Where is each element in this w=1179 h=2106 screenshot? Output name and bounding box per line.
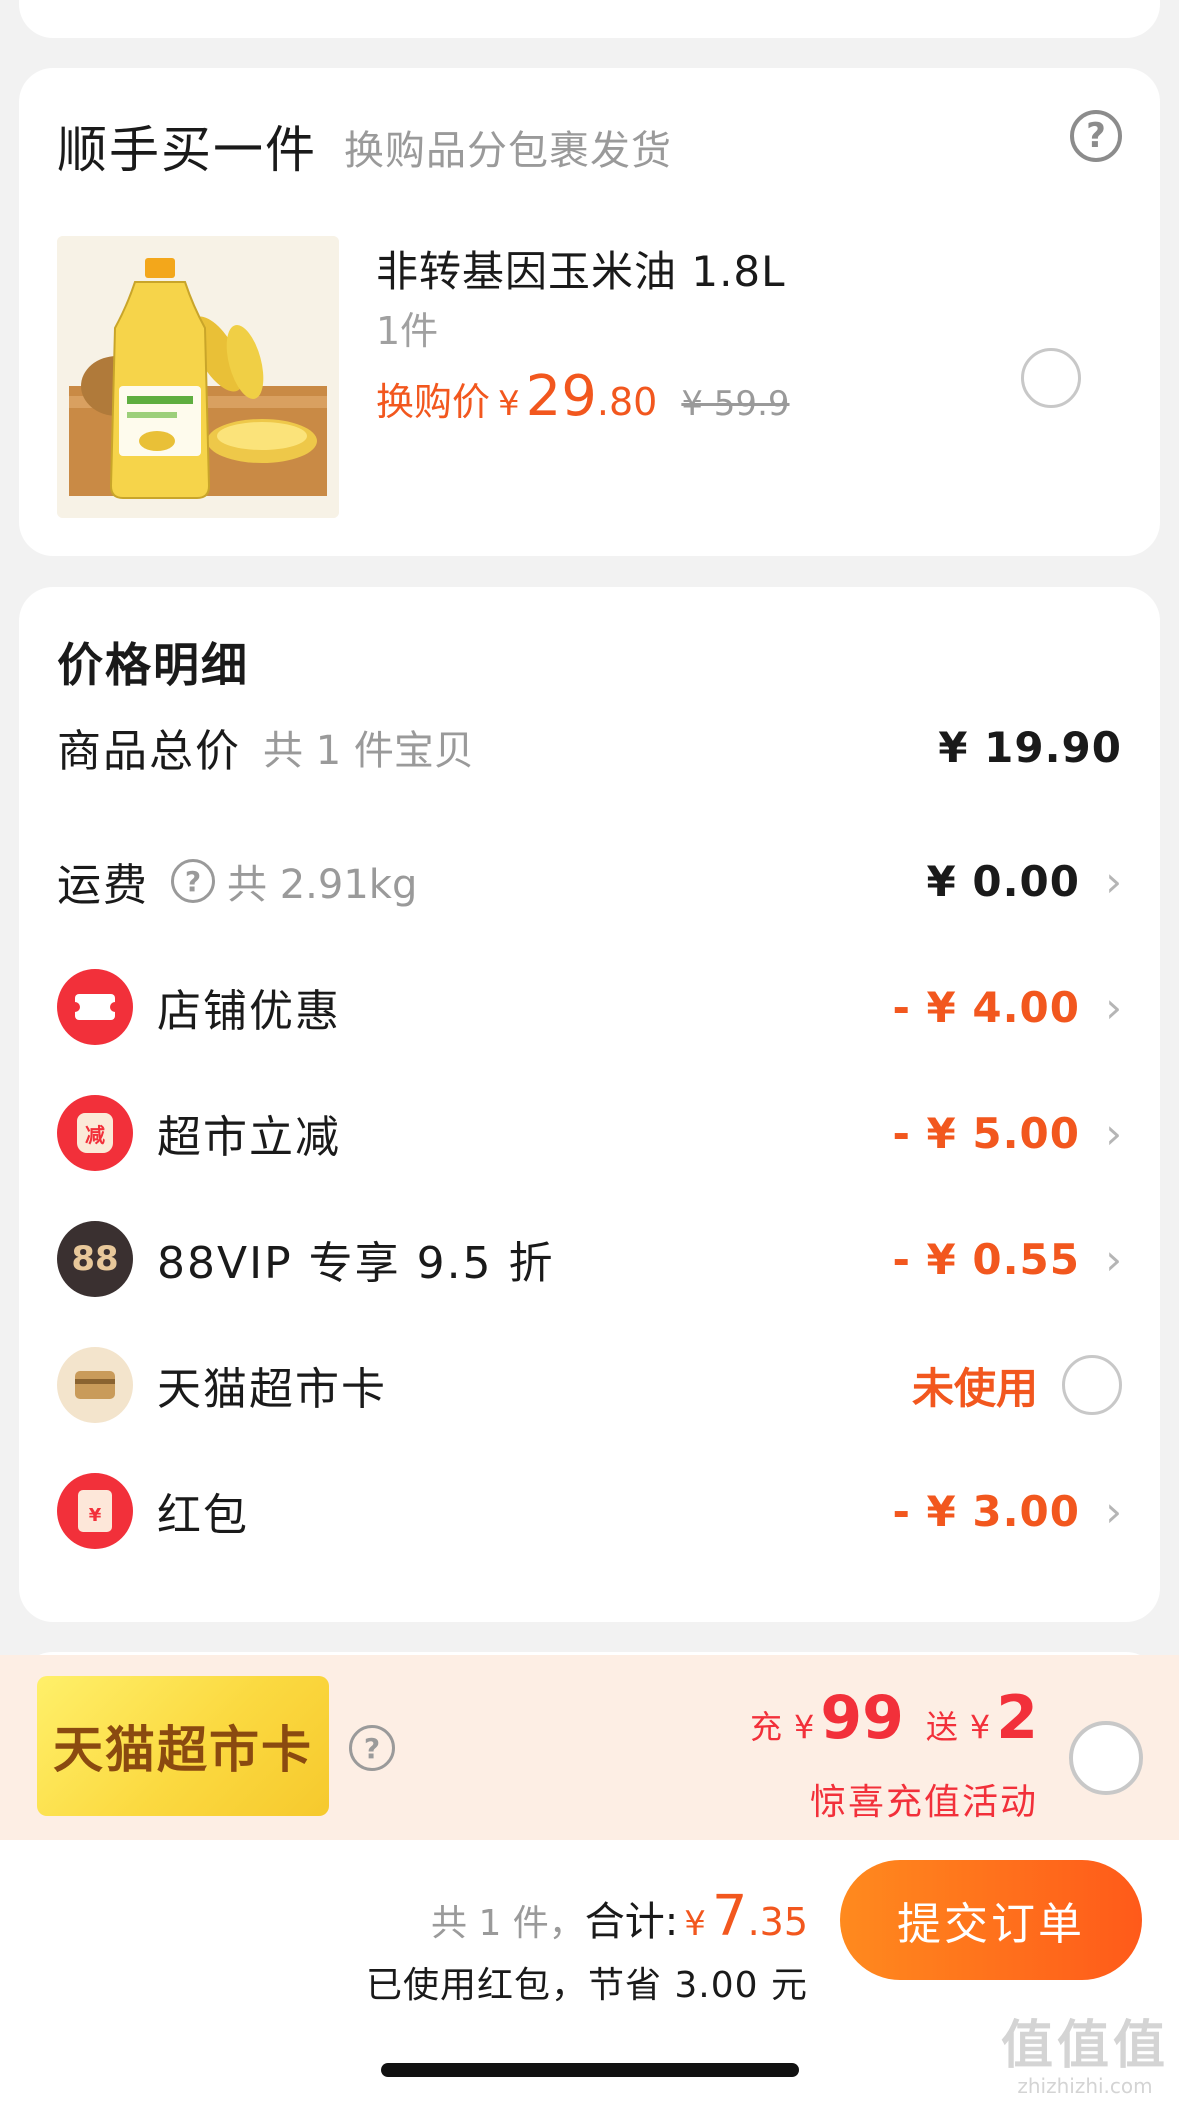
previous-card xyxy=(19,0,1160,38)
items-total-value: ¥ 19.90 xyxy=(938,722,1122,772)
chevron-right-icon: › xyxy=(1105,856,1122,906)
recharge-amount: 99 xyxy=(820,1683,904,1753)
price-integer: 29 xyxy=(525,364,597,429)
chevron-right-icon: › xyxy=(1105,1234,1122,1284)
discount-label: 88VIP 专享 9.5 折 xyxy=(157,1238,555,1289)
addon-purchase-card: 顺手买一件 换购品分包裹发货 ? 非转基因玉米油 1.8L 1件 换购价 ¥ 2… xyxy=(19,68,1160,556)
tmall-card-row[interactable]: 天猫超市卡 未使用 xyxy=(57,1347,1122,1423)
items-count: 共 1 件宝贝 xyxy=(263,728,474,774)
price-currency: ¥ xyxy=(498,384,520,424)
original-price: ¥ 59.9 xyxy=(681,384,790,424)
tmall-card-label: 天猫超市卡 xyxy=(157,1364,387,1415)
total-label: 合计: xyxy=(584,1899,679,1945)
addon-select-radio[interactable] xyxy=(1021,348,1081,408)
bonus-currency: ¥ xyxy=(969,1708,991,1746)
discount-row-supermarket[interactable]: 减 超市立减 - ¥ 5.00 › xyxy=(57,1095,1122,1171)
shipping-label: 运费 xyxy=(57,860,149,911)
chevron-right-icon: › xyxy=(1105,1486,1122,1536)
recharge-label: 充 xyxy=(750,1708,783,1746)
chevron-right-icon: › xyxy=(1105,1108,1122,1158)
submit-order-button[interactable]: 提交订单 xyxy=(840,1860,1142,1980)
total-decimal: .35 xyxy=(747,1900,808,1944)
items-total-row: 商品总价 共 1 件宝贝 ¥ 19.90 xyxy=(57,709,1122,785)
card-icon xyxy=(57,1347,133,1423)
savings-note: 已使用红包，节省 3.00 元 xyxy=(365,1965,808,2006)
product-price: 换购价 ¥ 29 .80 ¥ 59.9 xyxy=(376,364,790,429)
product-image[interactable] xyxy=(57,236,339,518)
addon-title: 顺手买一件 xyxy=(57,121,317,179)
product-name[interactable]: 非转基因玉米油 1.8L xyxy=(376,238,786,299)
recharge-offer: 充 ¥ 99 送 ¥ 2 xyxy=(744,1683,1038,1753)
watermark: 值值值 zhizhizhi.com xyxy=(1001,2003,1169,2098)
discount-row-88vip[interactable]: 88 88VIP 专享 9.5 折 - ¥ 0.55 › xyxy=(57,1221,1122,1297)
discount-value: - ¥ 5.00 xyxy=(892,1108,1080,1158)
recharge-promo-banner: 天猫超市卡 ? 充 ¥ 99 送 ¥ 2 惊喜充值活动 xyxy=(0,1655,1179,1840)
corn-oil-bottle-icon xyxy=(57,236,339,518)
product-quantity: 1件 xyxy=(376,309,439,353)
watermark-logo: 值值值 xyxy=(1000,2016,1169,2076)
discount-label: 店铺优惠 xyxy=(157,986,341,1037)
vip88-icon: 88 xyxy=(57,1221,133,1297)
discount-label: 超市立减 xyxy=(157,1112,341,1163)
red-envelope-icon: ¥ xyxy=(57,1473,133,1549)
discount-value: - ¥ 4.00 xyxy=(892,982,1080,1032)
price-label: 换购价 xyxy=(376,380,491,424)
tmall-card-badge[interactable]: 天猫超市卡 xyxy=(37,1676,329,1816)
total-currency: ¥ xyxy=(684,1904,706,1944)
price-details-card: 价格明细 商品总价 共 1 件宝贝 ¥ 19.90 运费 ? 共 2.91kg … xyxy=(19,587,1160,1622)
ticket-icon xyxy=(57,969,133,1045)
price-decimal: .80 xyxy=(596,380,658,424)
recharge-currency: ¥ xyxy=(794,1708,815,1746)
total-count: 共 1 件， xyxy=(431,1903,585,1944)
chevron-right-icon: › xyxy=(1105,982,1122,1032)
shipping-weight: 共 2.91kg xyxy=(227,862,418,908)
question-circle-icon[interactable]: ? xyxy=(349,1725,395,1771)
checkout-bar: 共 1 件， 合计: ¥ 7 .35 已使用红包，节省 3.00 元 提交订单 … xyxy=(0,1840,1179,2106)
promo-caption: 惊喜充值活动 xyxy=(809,1782,1038,1823)
discount-row-store[interactable]: 店铺优惠 - ¥ 4.00 › xyxy=(57,969,1122,1045)
promo-select-radio[interactable] xyxy=(1069,1721,1143,1795)
red-packet-label: 红包 xyxy=(157,1490,249,1541)
question-circle-icon[interactable]: ? xyxy=(171,859,215,903)
shipping-value: ¥ 0.00 xyxy=(926,856,1080,906)
bonus-label: 送 xyxy=(925,1708,958,1746)
jar-icon: 减 xyxy=(57,1095,133,1171)
red-packet-row[interactable]: ¥ 红包 - ¥ 3.00 › xyxy=(57,1473,1122,1549)
addon-subtitle: 换购品分包裹发货 xyxy=(344,128,672,174)
question-circle-icon[interactable]: ? xyxy=(1070,110,1122,162)
discount-value: - ¥ 0.55 xyxy=(892,1234,1080,1284)
bonus-amount: 2 xyxy=(996,1683,1038,1753)
total-integer: 7 xyxy=(711,1884,748,1949)
items-total-label: 商品总价 xyxy=(57,726,241,777)
shipping-row[interactable]: 运费 ? 共 2.91kg ¥ 0.00 › xyxy=(57,843,1122,919)
home-indicator[interactable] xyxy=(381,2063,799,2077)
tmall-card-radio[interactable] xyxy=(1062,1355,1122,1415)
tmall-card-status: 未使用 xyxy=(911,1363,1038,1413)
order-total: 共 1 件， 合计: ¥ 7 .35 xyxy=(431,1884,808,1949)
section-title: 价格明细 xyxy=(57,638,249,692)
watermark-url: zhizhizhi.com xyxy=(1017,2074,1153,2098)
red-packet-value: - ¥ 3.00 xyxy=(892,1486,1080,1536)
